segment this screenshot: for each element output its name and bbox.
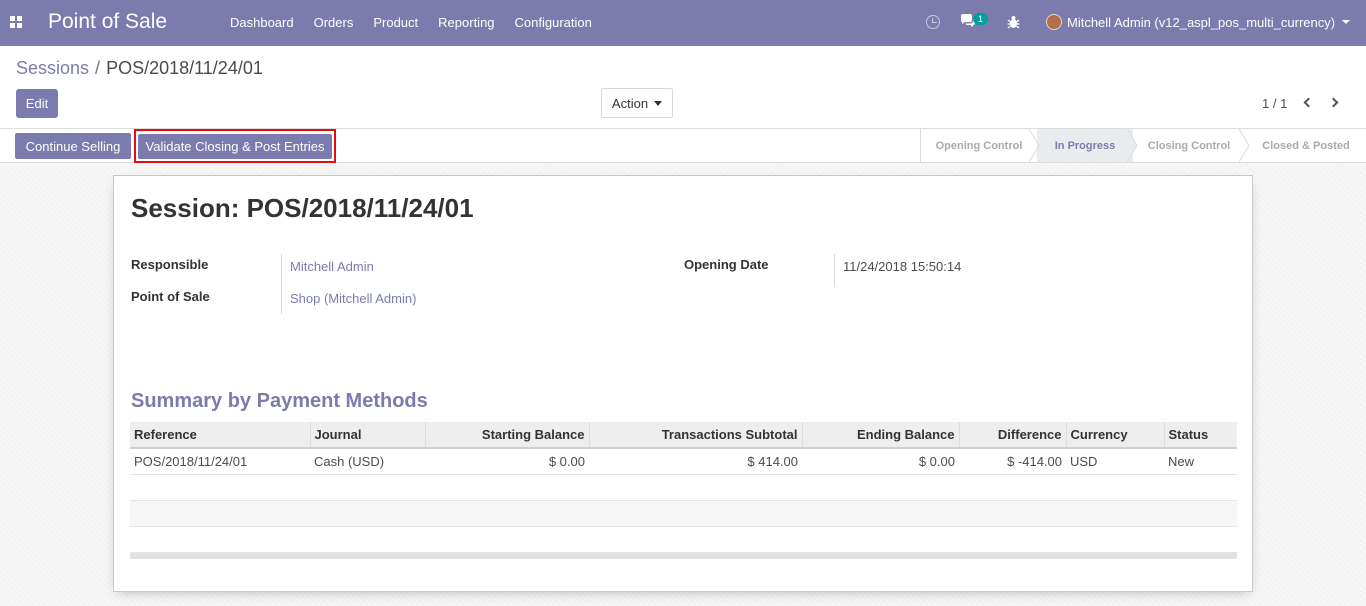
- responsible-value[interactable]: Mitchell Admin: [290, 259, 374, 274]
- apps-menu-icon[interactable]: [10, 16, 23, 29]
- payment-summary-table: Reference Journal Starting Balance Trans…: [130, 422, 1237, 553]
- pager-previous-button[interactable]: [1300, 95, 1314, 111]
- menu-orders[interactable]: Orders: [314, 15, 354, 30]
- responsible-label: Responsible: [131, 257, 209, 272]
- summary-title: Summary by Payment Methods: [131, 390, 428, 412]
- cell-starting-balance: $ 0.00: [425, 448, 589, 475]
- stage-arrow-divider: [1239, 129, 1250, 162]
- chat-count-badge: 1: [973, 13, 989, 25]
- pager-value[interactable]: 1 / 1: [1262, 96, 1287, 111]
- validate-closing-button[interactable]: Validate Closing & Post Entries: [138, 134, 332, 159]
- empty-row: [130, 526, 1237, 553]
- cell-status: New: [1164, 448, 1237, 475]
- activity-clock-icon[interactable]: [926, 15, 940, 29]
- column-starting-balance[interactable]: Starting Balance: [425, 422, 590, 449]
- action-dropdown[interactable]: Action: [601, 88, 673, 118]
- stage-arrow-divider: [1029, 129, 1040, 162]
- empty-row: [130, 500, 1237, 527]
- action-label: Action: [611, 95, 649, 111]
- column-transactions-subtotal[interactable]: Transactions Subtotal: [589, 422, 803, 449]
- form-statusbar: Continue Selling Validate Closing & Post…: [0, 128, 1366, 163]
- stage-closing-control[interactable]: Closing Control: [1133, 129, 1245, 162]
- stage-in-progress[interactable]: In Progress: [1037, 129, 1133, 162]
- cell-currency: USD: [1066, 448, 1164, 475]
- empty-row: [130, 474, 1237, 501]
- user-menu[interactable]: Mitchell Admin (v12_aspl_pos_multi_curre…: [1067, 15, 1335, 30]
- column-currency[interactable]: Currency: [1066, 422, 1165, 449]
- breadcrumb-sessions[interactable]: Sessions: [16, 58, 89, 78]
- debug-bug-icon[interactable]: [1007, 15, 1020, 32]
- menu-product[interactable]: Product: [373, 15, 418, 30]
- breadcrumb-current: POS/2018/11/24/01: [106, 58, 263, 78]
- menu-dashboard[interactable]: Dashboard: [230, 15, 294, 30]
- point-of-sale-label: Point of Sale: [131, 289, 210, 304]
- highlight-box: Validate Closing & Post Entries: [134, 129, 336, 163]
- caret-down-icon: [654, 100, 663, 106]
- cell-ending-balance: $ 0.00: [802, 448, 959, 475]
- breadcrumb: Sessions / POS/2018/11/24/01: [16, 58, 263, 79]
- stage-closed-posted[interactable]: Closed & Posted: [1245, 129, 1366, 162]
- table-header-row: Reference Journal Starting Balance Trans…: [130, 422, 1237, 449]
- caret-down-icon[interactable]: [1342, 20, 1350, 24]
- table-footer: [130, 553, 1237, 559]
- field-divider: [834, 254, 835, 287]
- point-of-sale-value[interactable]: Shop (Mitchell Admin): [290, 291, 416, 306]
- edit-button[interactable]: Edit: [16, 89, 58, 118]
- stage-opening-control[interactable]: Opening Control: [921, 129, 1037, 162]
- continue-selling-button[interactable]: Continue Selling: [15, 133, 131, 159]
- user-avatar[interactable]: [1046, 14, 1062, 30]
- app-title: Point of Sale: [48, 10, 168, 33]
- field-divider: [281, 254, 282, 314]
- opening-date-label: Opening Date: [684, 257, 769, 272]
- chevron-right-icon: [1328, 97, 1339, 108]
- menu-reporting[interactable]: Reporting: [438, 15, 494, 30]
- session-title: Session: POS/2018/11/24/01: [131, 193, 474, 223]
- stage-pipeline: Opening Control In Progress Closing Cont…: [920, 129, 1366, 162]
- cell-journal: Cash (USD): [310, 448, 425, 475]
- cell-transactions-subtotal: $ 414.00: [589, 448, 802, 475]
- column-difference[interactable]: Difference: [959, 422, 1067, 449]
- main-menu: Dashboard Orders Product Reporting Confi…: [230, 15, 612, 30]
- chevron-left-icon: [1303, 97, 1314, 108]
- cell-reference: POS/2018/11/24/01: [130, 448, 310, 475]
- top-navbar: Point of Sale Dashboard Orders Product R…: [0, 0, 1366, 46]
- table-row[interactable]: POS/2018/11/24/01 Cash (USD) $ 0.00 $ 41…: [130, 448, 1237, 475]
- breadcrumb-separator: /: [95, 58, 101, 78]
- form-sheet: Session: POS/2018/11/24/01 Responsible M…: [113, 175, 1253, 592]
- pager-next-button[interactable]: [1328, 95, 1342, 111]
- cell-difference: $ -414.00: [959, 448, 1066, 475]
- column-reference[interactable]: Reference: [130, 422, 311, 449]
- column-status[interactable]: Status: [1164, 422, 1237, 449]
- opening-date-value: 11/24/2018 15:50:14: [843, 259, 962, 274]
- column-ending-balance[interactable]: Ending Balance: [802, 422, 960, 449]
- stage-arrow-divider: [1127, 129, 1138, 162]
- menu-configuration[interactable]: Configuration: [515, 15, 592, 30]
- column-journal[interactable]: Journal: [310, 422, 426, 449]
